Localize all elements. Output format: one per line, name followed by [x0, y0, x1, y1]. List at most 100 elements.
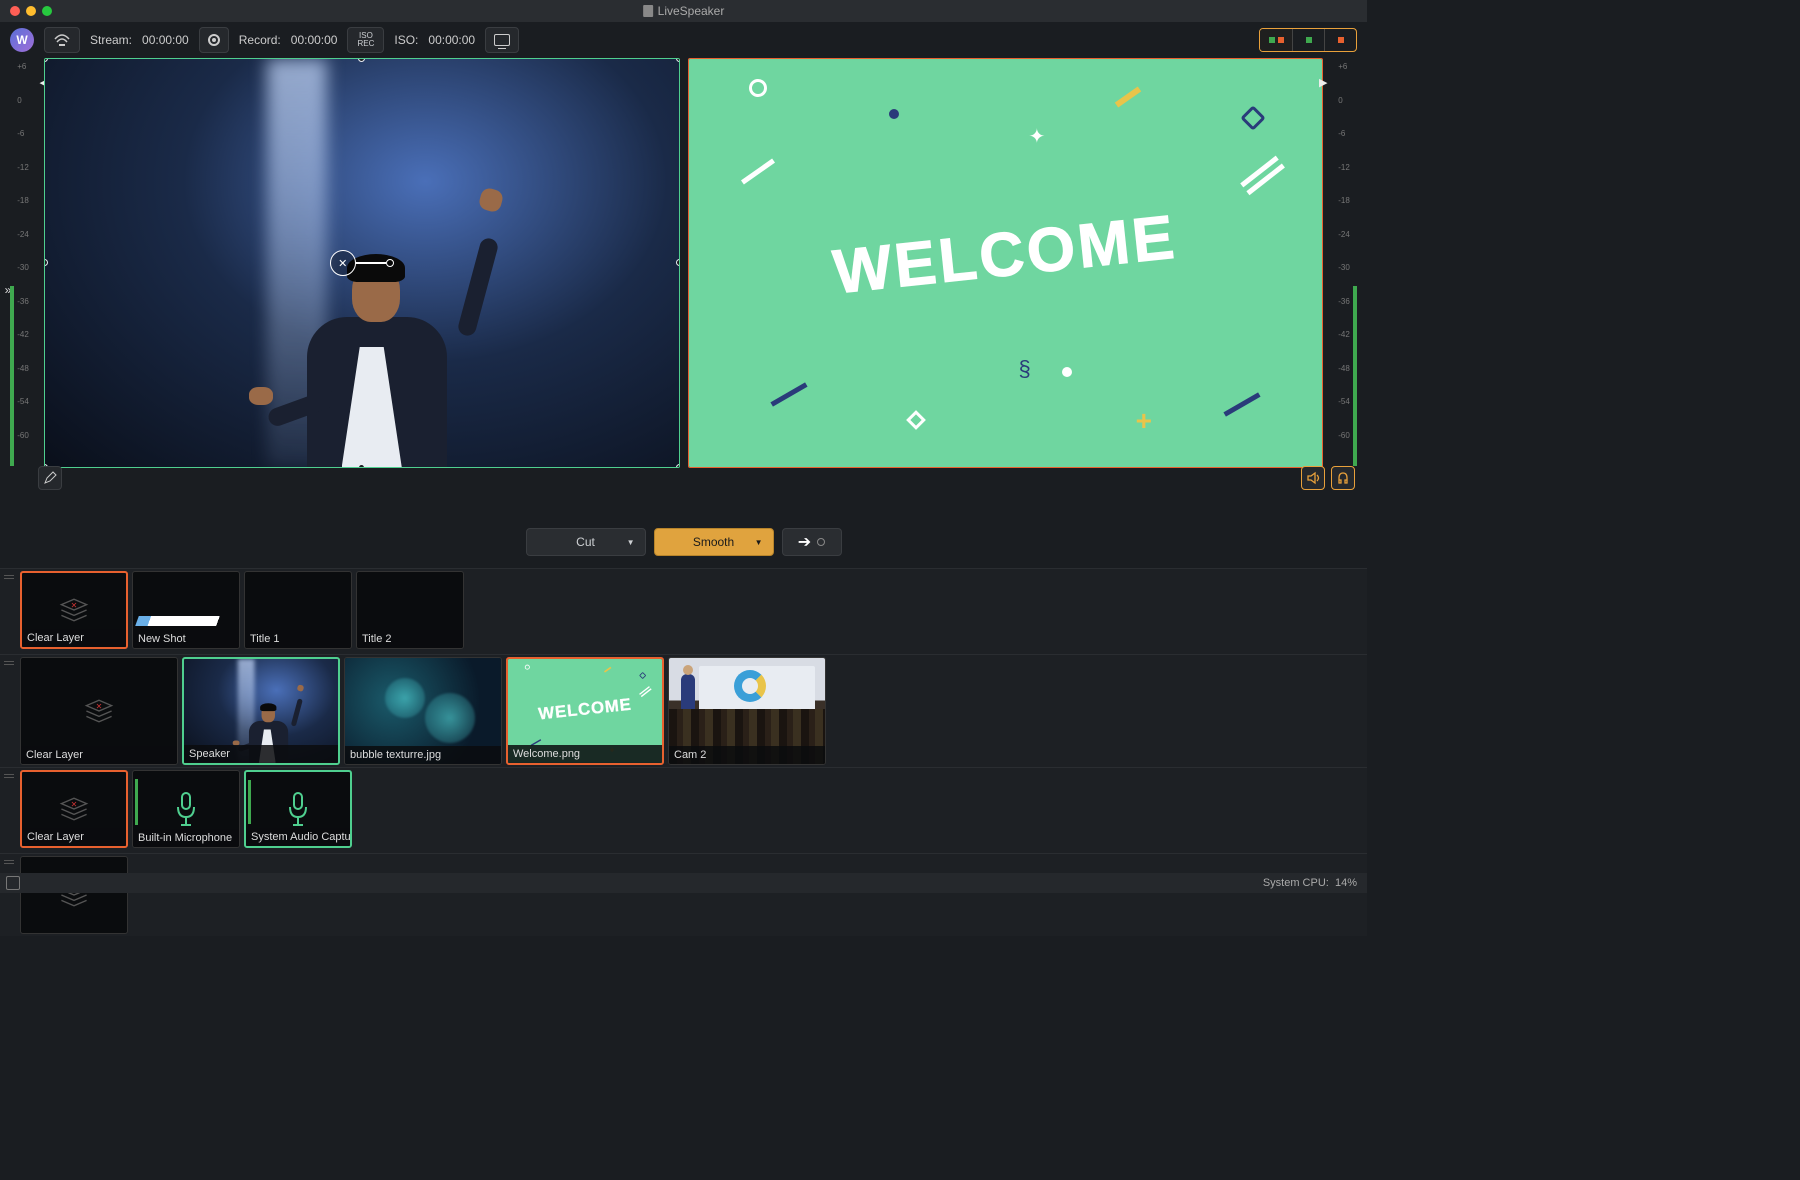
- wifi-stream-button[interactable]: [44, 27, 80, 53]
- cut-transition-dropdown[interactable]: Cut: [526, 528, 646, 556]
- cpu-label: System CPU:: [1263, 877, 1329, 889]
- row-drag-handle[interactable]: [2, 770, 16, 778]
- shot-thumbnail[interactable]: Cam 2: [668, 657, 826, 765]
- status-bar: System CPU: 14%: [0, 873, 1367, 893]
- shot-thumbnail[interactable]: WELCOME+Welcome.png: [506, 657, 664, 765]
- shot-thumbnail[interactable]: Built-in Microphone: [132, 770, 240, 848]
- cpu-value: 14%: [1335, 877, 1357, 889]
- thumbnail-label: Built-in Microphone: [133, 829, 239, 847]
- anchor-icon[interactable]: ✕: [330, 250, 356, 276]
- headphones-button[interactable]: [1331, 466, 1355, 490]
- preview-canvas[interactable]: ✕: [44, 58, 680, 468]
- iso-record-button[interactable]: ISO REC: [347, 27, 384, 53]
- shot-thumbnail[interactable]: bubble texturre.jpg: [344, 657, 502, 765]
- arrow-right-icon: ➔: [798, 532, 811, 552]
- welcome-text: WELCOME: [830, 202, 1180, 309]
- shot-thumbnail[interactable]: System Audio Captu: [244, 770, 352, 848]
- layout-mode-dual[interactable]: [1260, 29, 1292, 51]
- stream-label: Stream:: [90, 33, 132, 47]
- output-monitor-button[interactable]: [485, 27, 519, 53]
- shot-thumbnail[interactable]: ✕ Clear Layer: [20, 770, 128, 848]
- layout-mode-preview[interactable]: [1292, 29, 1324, 51]
- audio-meter-left: +60-6-12-18-24-30-36-42-48-54-60 ◀: [8, 58, 38, 468]
- meter-tick: -54: [17, 397, 29, 431]
- meter-tick: -42: [1338, 330, 1350, 364]
- shot-thumbnail[interactable]: Speaker: [182, 657, 340, 765]
- layout-mode-live[interactable]: [1324, 29, 1356, 51]
- meter-tick: -36: [1338, 297, 1350, 331]
- svg-text:✕: ✕: [96, 702, 103, 711]
- toolbar: W Stream: 00:00:00 Record: 00:00:00 ISO …: [0, 22, 1367, 58]
- record-icon: [208, 34, 220, 46]
- go-transition-button[interactable]: ➔: [782, 528, 842, 556]
- meter-tick: -30: [17, 263, 29, 297]
- stream-timecode: 00:00:00: [142, 33, 189, 47]
- rotation-control[interactable]: ✕: [330, 250, 394, 276]
- clipboard-icon[interactable]: [6, 876, 20, 890]
- edit-layer-button[interactable]: [38, 466, 62, 490]
- shot-thumbnail[interactable]: ✕ Clear Layer: [20, 571, 128, 649]
- meter-tick: 0: [1338, 96, 1350, 130]
- row-drag-handle[interactable]: [2, 571, 16, 579]
- meter-tick: -60: [17, 431, 29, 465]
- welcome-graphic-content: WELCOME + ✦§: [689, 59, 1323, 467]
- thumbnail-label: Welcome.png: [508, 745, 662, 763]
- layer-row: ✕ Clear Layer Speaker bubble texturre.jpg WE…: [0, 654, 1367, 767]
- meter-tick: -6: [17, 129, 29, 163]
- thumbnail-label: bubble texturre.jpg: [345, 746, 501, 764]
- monitor-icon: [494, 34, 510, 46]
- iso-icon: ISO REC: [356, 31, 375, 49]
- shot-thumbnail[interactable]: ✕: [20, 856, 128, 934]
- transition-controls: Cut Smooth ➔: [0, 526, 1367, 558]
- window-title-text: LiveSpeaker: [658, 4, 725, 18]
- thumbnail-label: Clear Layer: [21, 746, 177, 764]
- live-canvas[interactable]: WELCOME + ✦§: [688, 58, 1324, 468]
- meter-tick: -30: [1338, 263, 1350, 297]
- preview-tools-left: [38, 466, 62, 490]
- document-icon: [643, 5, 653, 17]
- minimize-window-button[interactable]: [26, 6, 36, 16]
- thumbnail-label: Title 1: [245, 630, 351, 648]
- meter-tick: 0: [17, 96, 29, 130]
- selection-handles[interactable]: ✕: [45, 59, 679, 467]
- thumbnail-label: System Audio Captu: [246, 828, 350, 846]
- meter-tick: -48: [1338, 364, 1350, 398]
- window-title: LiveSpeaker: [643, 4, 725, 18]
- meter-tick: -36: [17, 297, 29, 331]
- meter-tick: -12: [1338, 163, 1350, 197]
- meter-tick: -6: [1338, 129, 1350, 163]
- meter-tick: -54: [1338, 397, 1350, 431]
- row-drag-handle[interactable]: [2, 657, 16, 665]
- svg-text:✕: ✕: [71, 800, 78, 809]
- meter-tick: +6: [17, 62, 29, 96]
- layer-row: ✕ Clear Layer New Shot Title 1 Title 2: [0, 568, 1367, 654]
- audio-meter-right: +60-6-12-18-24-30-36-42-48-54-60 ▶: [1329, 58, 1359, 468]
- layout-mode-group: [1259, 28, 1357, 52]
- dot-icon: [817, 538, 825, 546]
- layer-row: ✕ Clear Layer Built-in Microphone System Au…: [0, 767, 1367, 853]
- meter-tick: -60: [1338, 431, 1350, 465]
- thumbnail-label: Cam 2: [669, 746, 825, 764]
- headphones-icon: [1336, 471, 1350, 485]
- shot-thumbnail[interactable]: ✕ Clear Layer: [20, 657, 178, 765]
- shot-thumbnail[interactable]: Title 1: [244, 571, 352, 649]
- meter-tick: -24: [1338, 230, 1350, 264]
- svg-text:✕: ✕: [71, 601, 78, 610]
- app-logo-icon[interactable]: W: [10, 28, 34, 52]
- close-window-button[interactable]: [10, 6, 20, 16]
- speaker-output-button[interactable]: [1301, 466, 1325, 490]
- meter-marker-icon[interactable]: ▶: [1319, 76, 1327, 89]
- shot-thumbnail[interactable]: New Shot: [132, 571, 240, 649]
- live-audio-controls: [1301, 466, 1355, 490]
- record-button[interactable]: [199, 27, 229, 53]
- row-drag-handle[interactable]: [2, 856, 16, 864]
- wifi-icon: [53, 33, 71, 47]
- smooth-transition-dropdown[interactable]: Smooth: [654, 528, 774, 556]
- meter-tick: -42: [17, 330, 29, 364]
- zoom-window-button[interactable]: [42, 6, 52, 16]
- window-controls: [10, 6, 52, 16]
- thumbnail-label: New Shot: [133, 630, 239, 648]
- thumbnail-label: Clear Layer: [22, 828, 126, 846]
- thumbnail-label: Clear Layer: [22, 629, 126, 647]
- shot-thumbnail[interactable]: Title 2: [356, 571, 464, 649]
